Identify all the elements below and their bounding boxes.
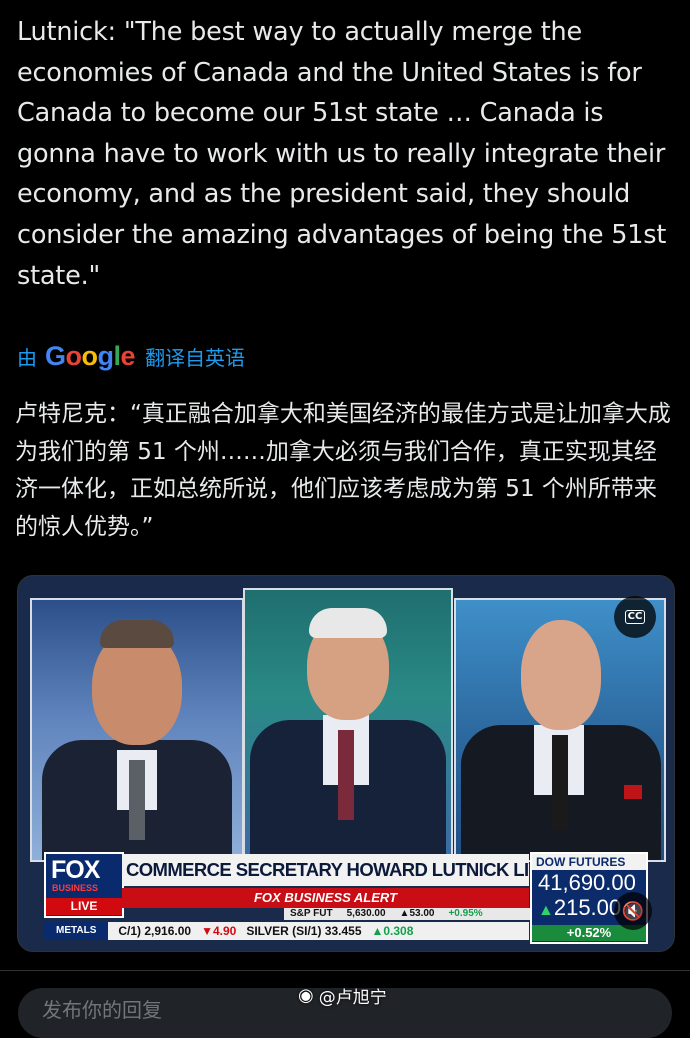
translate-label: 翻译自英语 [145, 345, 246, 370]
live-badge: LIVE [46, 898, 122, 915]
weibo-watermark: ◉ @卢旭宁 [298, 983, 387, 1008]
captions-label: CC [624, 610, 646, 624]
video-player[interactable]: CC FOX BUSINESS LIVE COMMERCE SECRETARY … [17, 575, 675, 952]
video-panel-center [243, 588, 453, 862]
google-logo: Google [45, 340, 136, 371]
tweet-text: Lutnick: "The best way to actually merge… [17, 17, 667, 291]
video-panel-left [30, 598, 244, 862]
alert-banner: FOX BUSINESS ALERT [122, 888, 529, 908]
dow-change: 215.00 [553, 895, 622, 920]
metals-item: C/1) 2,916.00 [118, 924, 192, 938]
dow-title: DOW FUTURES [532, 854, 646, 870]
translate-by: 由 [17, 345, 37, 370]
speaker-muted-icon: 🔇 [621, 900, 645, 922]
metals-item: ▼4.90 [201, 924, 237, 938]
sp-label: S&P FUT [290, 908, 333, 919]
divider [0, 970, 690, 971]
sp-value: 5,630.00 [346, 908, 386, 919]
up-arrow-icon: ▲ [538, 902, 554, 919]
captions-button[interactable]: CC [614, 596, 656, 638]
metals-label: METALS [44, 922, 109, 940]
headline-banner: COMMERCE SECRETARY HOWARD LUTNICK LIVE O… [122, 854, 529, 886]
lower-third-graphic: FOX BUSINESS LIVE COMMERCE SECRETARY HOW… [44, 852, 648, 944]
watermark-text: @卢旭宁 [318, 988, 387, 1008]
sp-pct: +0.95% [448, 908, 483, 919]
weibo-icon: ◉ [298, 985, 314, 1006]
metals-item: ▲0.308 [371, 924, 414, 938]
metals-ticker: METALS C/1) 2,916.00 ▼4.90 SILVER (SI/1)… [44, 922, 529, 940]
translate-toggle[interactable]: 由 Google 翻译自英语 [17, 340, 245, 372]
translated-text: 卢特尼克：“真正融合加拿大和美国经济的最佳方式是让加拿大成为我们的第 51 个州… [15, 401, 671, 540]
metals-item: SILVER (SI/1) 33.455 [246, 924, 362, 938]
sp-ticker: S&P FUT 5,630.00 ▲53.00 +0.95% [284, 908, 535, 920]
fox-business-logo: FOX BUSINESS LIVE [44, 852, 124, 918]
fox-wordmark: FOX [51, 856, 100, 884]
business-wordmark: BUSINESS [52, 883, 99, 893]
mute-button[interactable]: 🔇 [614, 892, 652, 930]
sp-change: ▲53.00 [399, 908, 435, 919]
